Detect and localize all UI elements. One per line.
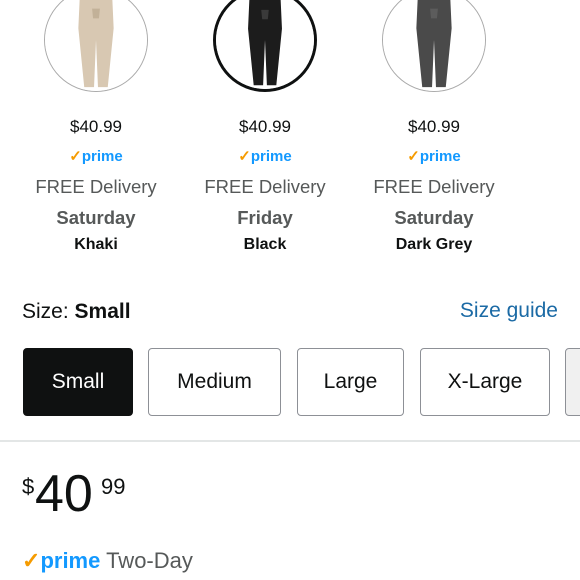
prime-badge: ✓prime — [407, 148, 461, 165]
selected-size: Small — [74, 300, 131, 323]
color-name: Dark Grey — [395, 236, 473, 253]
size-button-small[interactable]: Small — [23, 348, 133, 416]
jumpsuit-image — [216, 0, 314, 89]
shipping-speed: Two-Day — [106, 548, 193, 573]
product-thumbnail[interactable] — [213, 0, 317, 92]
delivery-text: FREE Delivery — [373, 176, 495, 197]
size-button-x-large[interactable]: X-Large — [420, 348, 550, 416]
size-guide-link[interactable]: Size guide — [460, 299, 558, 323]
size-label-text: Size: — [22, 300, 69, 323]
product-thumbnail[interactable] — [44, 0, 148, 92]
size-button-medium[interactable]: Medium — [148, 348, 281, 416]
product-thumbnail[interactable] — [382, 0, 486, 92]
delivery-day: Saturday — [394, 207, 474, 228]
jumpsuit-image — [45, 0, 147, 91]
delivery-day: Saturday — [56, 207, 136, 228]
delivery-text: FREE Delivery — [35, 176, 157, 197]
price-whole: 40 — [35, 465, 93, 523]
jumpsuit-image — [383, 0, 485, 91]
delivery-text: FREE Delivery — [204, 176, 326, 197]
price-fraction: 99 — [101, 474, 126, 499]
check-icon: ✓ — [69, 148, 82, 165]
color-price: $40.99 — [70, 117, 122, 136]
size-label: Size: Small — [22, 300, 131, 324]
color-price: $40.99 — [239, 117, 291, 136]
check-icon: ✓ — [407, 148, 420, 165]
check-icon: ✓ — [22, 548, 41, 573]
prime-badge: ✓prime — [69, 148, 123, 165]
size-button-large[interactable]: Large — [297, 348, 404, 416]
prime-logo: prime — [40, 548, 101, 573]
prime-shipping: ✓prime Two-Day — [22, 548, 193, 574]
prime-badge: ✓prime — [238, 148, 292, 165]
price-currency: $ — [22, 474, 35, 499]
color-name: Khaki — [74, 236, 118, 253]
check-icon: ✓ — [238, 148, 251, 165]
color-name: Black — [243, 236, 287, 253]
section-divider — [0, 440, 580, 442]
size-button-next[interactable] — [565, 348, 580, 416]
color-price: $40.99 — [408, 117, 460, 136]
delivery-day: Friday — [237, 207, 293, 228]
